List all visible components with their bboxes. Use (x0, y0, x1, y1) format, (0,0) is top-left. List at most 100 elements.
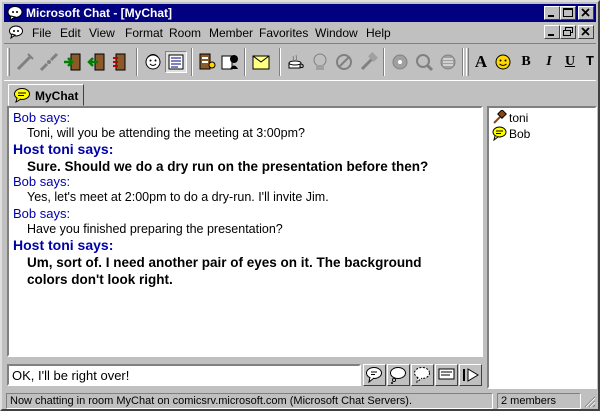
action-icon (438, 368, 455, 380)
leave-room-button[interactable] (86, 51, 108, 73)
close-button[interactable] (578, 6, 594, 20)
resize-grip-icon[interactable] (584, 396, 596, 408)
menu-help[interactable]: Help (366, 26, 391, 40)
whisper-box-icon (252, 55, 270, 70)
identity-button[interactable] (219, 51, 241, 73)
chat-message: Bob says: Yes, let's meet at 2:00pm to d… (13, 174, 473, 204)
menu-edit[interactable]: Edit (60, 26, 81, 40)
ignore-button[interactable] (333, 51, 355, 73)
away-icon (313, 53, 327, 70)
toolbar-separator (462, 48, 464, 76)
sound-send-icon (463, 368, 479, 382)
window-title: Microsoft Chat - [MyChat] (26, 6, 172, 20)
host-gavel-icon (493, 110, 507, 124)
toolbar-grip[interactable] (7, 48, 10, 76)
menu-file[interactable]: File (32, 26, 51, 40)
mdi-minimize-button[interactable] (544, 25, 560, 39)
comic-view-icon (145, 54, 161, 70)
connect-button[interactable] (14, 51, 36, 73)
toolbar-separator (279, 48, 281, 76)
smiley-icon (495, 54, 511, 70)
away-button[interactable] (309, 51, 331, 73)
message-speaker: Bob says: (13, 174, 71, 189)
nm-icon (440, 54, 456, 70)
message-speaker: Bob says: (13, 206, 71, 221)
room-list-icon (113, 53, 126, 71)
font-button[interactable]: A (471, 52, 491, 72)
member-name: toni (509, 111, 529, 125)
sound-icon (392, 54, 408, 70)
comic-view-button[interactable] (142, 51, 164, 73)
action-button[interactable] (435, 364, 458, 386)
toolbar-separator (136, 48, 138, 76)
mdi-restore-button[interactable] (560, 25, 576, 39)
play-sound-button[interactable] (413, 51, 435, 73)
room-list-button[interactable] (110, 51, 132, 73)
menu-format[interactable]: Format (125, 26, 163, 40)
think-icon (390, 367, 406, 384)
bold-button[interactable]: B (516, 52, 536, 72)
underline-button[interactable]: U (560, 52, 580, 72)
member-list[interactable]: toni Bob (487, 106, 597, 389)
italic-button[interactable]: I (539, 52, 559, 72)
get-profile-icon (199, 53, 216, 70)
disconnect-button[interactable] (38, 51, 60, 73)
kick-button[interactable] (357, 51, 379, 73)
chat-message: Bob says: Toni, will you be attending th… (13, 110, 473, 140)
menu-room[interactable]: Room (169, 26, 201, 40)
message-text: Yes, let's meet at 2:00pm to do a dry-ru… (27, 190, 329, 204)
message-speaker: Host toni says: (13, 237, 114, 253)
identity-icon (221, 55, 238, 70)
invite-button[interactable] (285, 51, 307, 73)
minimize-button[interactable] (544, 6, 560, 20)
sound-button[interactable] (389, 51, 411, 73)
whisper-button[interactable] (411, 364, 434, 386)
toolbar-separator (191, 48, 193, 76)
connect-icon (16, 53, 34, 71)
chat-message: Bob says: Have you finished preparing th… (13, 206, 473, 236)
chat-transcript[interactable]: Bob says: Toni, will you be attending th… (7, 106, 483, 357)
menu-window[interactable]: Window (315, 26, 358, 40)
close-icon (581, 8, 590, 17)
message-text: Sure. Should we do a dry run on the pres… (27, 159, 429, 174)
close-icon (581, 27, 590, 36)
say-icon (366, 367, 382, 384)
leave-room-icon (87, 53, 105, 71)
maximize-icon (563, 8, 573, 17)
whisper-box-button[interactable] (250, 51, 272, 73)
toolbar-separator (383, 48, 385, 76)
menu-member[interactable]: Member (209, 26, 253, 40)
menu-bar: File Edit View Format Room Member Favori… (4, 23, 596, 42)
document-icon[interactable] (8, 24, 24, 40)
maximize-button[interactable] (560, 6, 576, 20)
text-view-button[interactable] (165, 51, 187, 73)
fixed-font-button[interactable]: T (580, 52, 600, 72)
app-icon (7, 6, 23, 21)
menu-favorites[interactable]: Favorites (259, 26, 308, 40)
text-view-icon (168, 54, 184, 70)
message-text: Toni, will you be attending the meeting … (27, 126, 305, 140)
mdi-close-button[interactable] (578, 25, 594, 39)
play-sound-icon (416, 54, 434, 72)
status-bar: Now chatting in room MyChat on comicsrv.… (4, 392, 596, 410)
enter-room-button[interactable] (62, 51, 84, 73)
tab-mychat[interactable]: MyChat (8, 84, 84, 106)
say-button[interactable] (363, 364, 386, 386)
color-button[interactable] (493, 52, 513, 72)
status-text: Now chatting in room MyChat on comicsrv.… (6, 393, 493, 409)
menu-view[interactable]: View (89, 26, 115, 40)
toolbar-grip[interactable] (466, 48, 469, 76)
think-button[interactable] (387, 364, 410, 386)
nm-button[interactable] (437, 51, 459, 73)
disconnect-icon (39, 52, 59, 72)
get-profile-button[interactable] (196, 51, 218, 73)
message-speaker: Host toni says: (13, 141, 114, 157)
member-name: Bob (509, 127, 531, 141)
toolbar-separator (244, 48, 246, 76)
tab-label: MyChat (35, 89, 79, 103)
chat-input[interactable] (7, 364, 361, 386)
chat-window: Microsoft Chat - [MyChat] File Edit View… (0, 0, 600, 411)
title-bar[interactable]: Microsoft Chat - [MyChat] (4, 4, 596, 22)
whisper-icon (414, 367, 430, 384)
sound-send-button[interactable] (459, 364, 482, 386)
